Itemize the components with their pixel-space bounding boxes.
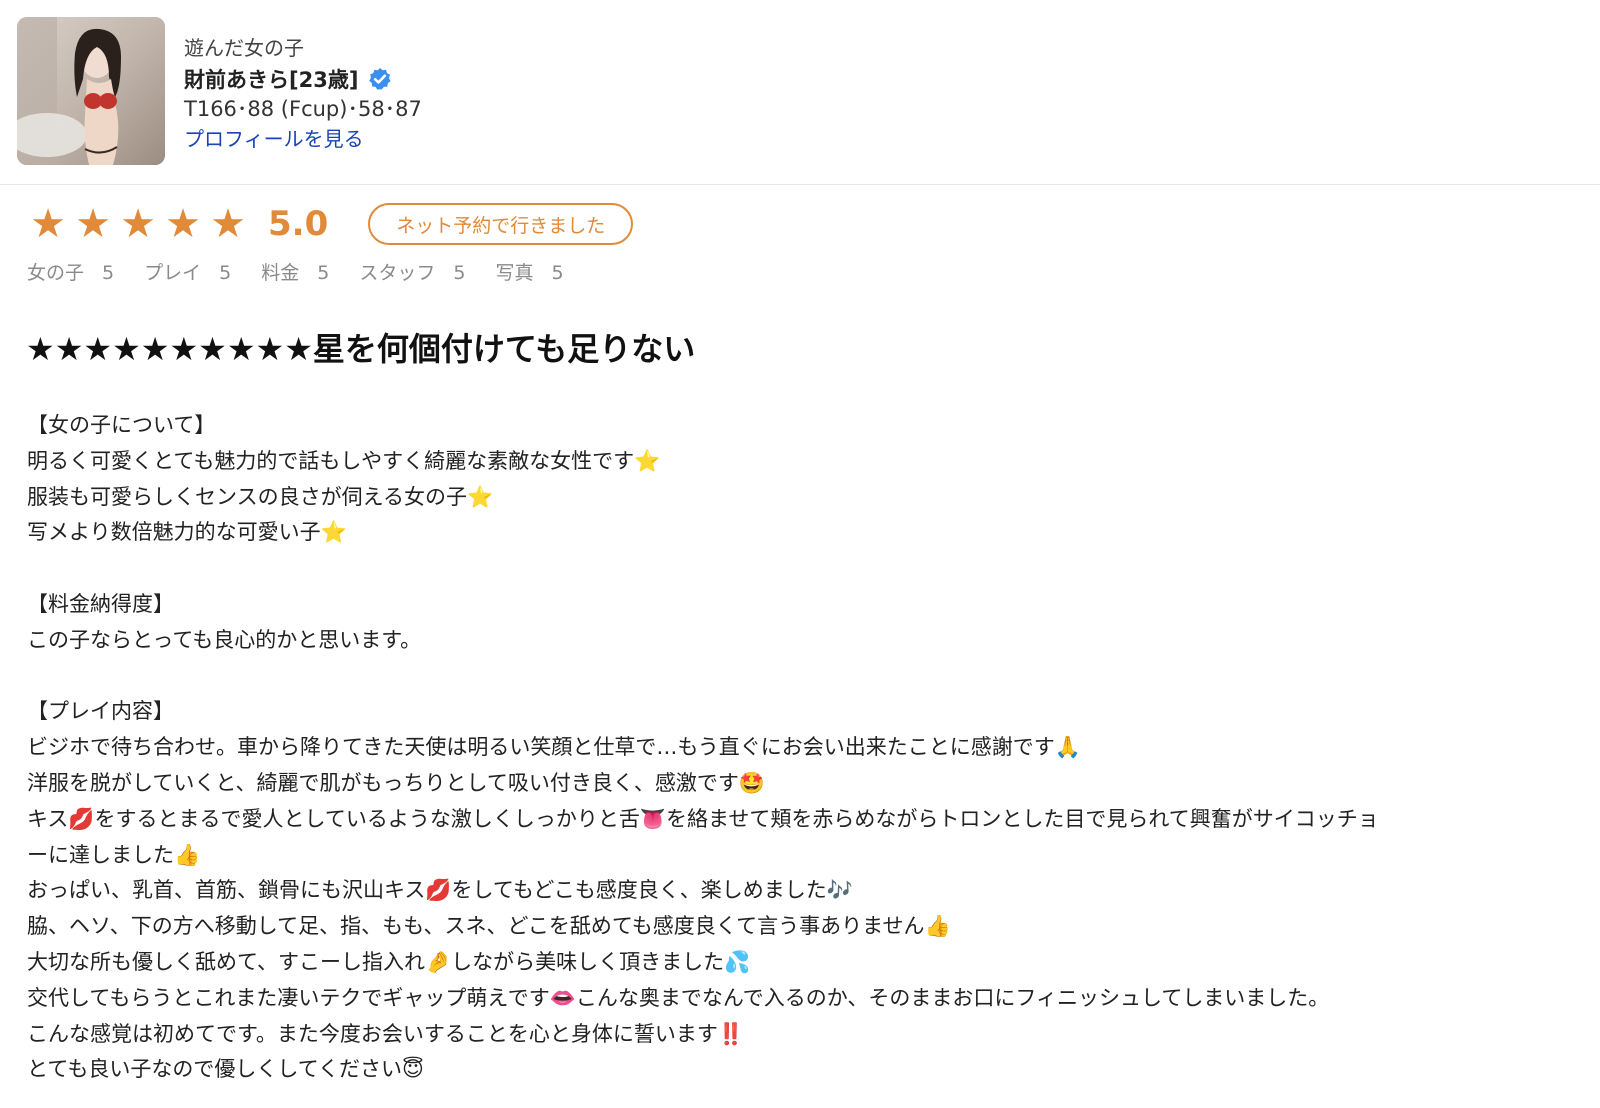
review-line: 交代してもらうとこれまた凄いテクでギャップ萌えです👄こんな奥までなんで入るのか、… <box>27 985 1330 1010</box>
sub-rating-value: 5 <box>551 262 564 284</box>
review-line: 写メより数倍魅力的な可愛い子⭐ <box>27 520 347 545</box>
review-line: おっぱい、乳首、首筋、鎖骨にも沢山キス💋をしてもどこも感度良く、楽しめました🎶 <box>27 878 853 903</box>
sub-rating-label: 写真 <box>495 262 534 284</box>
verified-badge-icon <box>368 67 392 91</box>
review-blank-line <box>27 551 1572 587</box>
star-icon: ★ <box>75 201 111 247</box>
sub-rating-label: スタッフ <box>359 262 436 284</box>
section-divider <box>0 184 1600 185</box>
sub-rating-play: プレイ 5 <box>144 259 231 287</box>
star-icon: ★ <box>120 201 156 247</box>
view-profile-link[interactable]: プロフィールを見る <box>184 125 422 153</box>
review-line: 脇、ヘソ、下の方へ移動して足、指、もも、スネ、どこを舐めても感度良くて言う事あり… <box>27 914 951 939</box>
sub-rating-staff: スタッフ 5 <box>359 259 465 287</box>
sub-rating-label: 料金 <box>261 262 300 284</box>
profile-info: 遊んだ女の子 財前あきら[23歳] T166･88 (Fcup)･58･87 プ… <box>184 35 422 153</box>
profile-card: 遊んだ女の子 財前あきら[23歳] T166･88 (Fcup)･58･87 プ… <box>17 17 1567 165</box>
sub-rating-girl: 女の子 5 <box>27 259 114 287</box>
sub-rating-label: 女の子 <box>27 262 85 284</box>
star-icon: ★ <box>210 201 246 247</box>
girl-name[interactable]: 財前あきら[23歳] <box>184 64 358 94</box>
review-line: この子ならとっても良心的かと思います。 <box>27 627 422 652</box>
girl-measurements: T166･88 (Fcup)･58･87 <box>184 97 422 121</box>
review-body: 【女の子について】 明るく可愛くとても魅力的で話もしやすく綺麗な素敵な女性です⭐… <box>27 408 1572 1088</box>
review-line: 服装も可愛らしくセンスの良さが伺える女の子⭐ <box>27 484 494 509</box>
sub-ratings: 女の子 5 プレイ 5 料金 5 スタッフ 5 写真 5 <box>27 259 594 287</box>
sub-rating-value: 5 <box>453 262 466 284</box>
sub-rating-value: 5 <box>219 262 232 284</box>
star-rating: ★ ★ ★ ★ ★ <box>27 203 252 245</box>
review-line: キス💋をするとまるで愛人としているような激しくしっかりと舌👅を絡ませて頬を赤らめ… <box>27 806 1379 831</box>
booking-method-badge: ネット予約で行きました <box>368 203 634 245</box>
sub-rating-photo: 写真 5 <box>495 259 563 287</box>
sub-rating-value: 5 <box>102 262 115 284</box>
review-blank-line <box>27 659 1572 695</box>
star-icon: ★ <box>30 201 66 247</box>
sub-rating-price: 料金 5 <box>261 259 329 287</box>
review-line: 【料金納得度】 <box>27 591 174 616</box>
played-girl-label: 遊んだ女の子 <box>184 36 304 60</box>
name-row: 財前あきら[23歳] <box>184 65 422 93</box>
review-line: 【女の子について】 <box>27 413 216 437</box>
review-line: 明るく可愛くとても魅力的で話もしやすく綺麗な素敵な女性です⭐ <box>27 448 661 473</box>
sub-rating-label: プレイ <box>144 262 202 284</box>
sub-rating-value: 5 <box>317 262 330 284</box>
rating-score: 5.0 <box>268 204 329 244</box>
star-icon: ★ <box>165 201 201 247</box>
rating-row: ★ ★ ★ ★ ★ 5.0 ネット予約で行きました <box>27 200 634 248</box>
review-line: 洋服を脱がしていくと、綺麗で肌がもっちりとして吸い付き良く、感激です🤩 <box>27 770 766 795</box>
review-headline: ★★★★★★★★★★星を何個付けても足りない <box>26 330 696 368</box>
profile-photo-image <box>17 17 165 165</box>
review-line: 【プレイ内容】 <box>27 699 174 724</box>
review-line: とても良い子なので優しくしてください😇 <box>27 1057 424 1082</box>
profile-photo[interactable] <box>17 17 165 165</box>
review-line: 大切な所も優しく舐めて、すこーし指入れ🤌しながら美味しく頂きました💦 <box>27 949 751 974</box>
review-line: ーに達しました👍 <box>27 842 201 867</box>
review-line: こんな感覚は初めてです。また今度お会いすることを心と身体に誓います‼️ <box>27 1021 745 1046</box>
review-line: ビジホで待ち合わせ。車から降りてきた天使は明るい笑顔と仕草で…もう直ぐにお会い出… <box>27 735 1081 760</box>
